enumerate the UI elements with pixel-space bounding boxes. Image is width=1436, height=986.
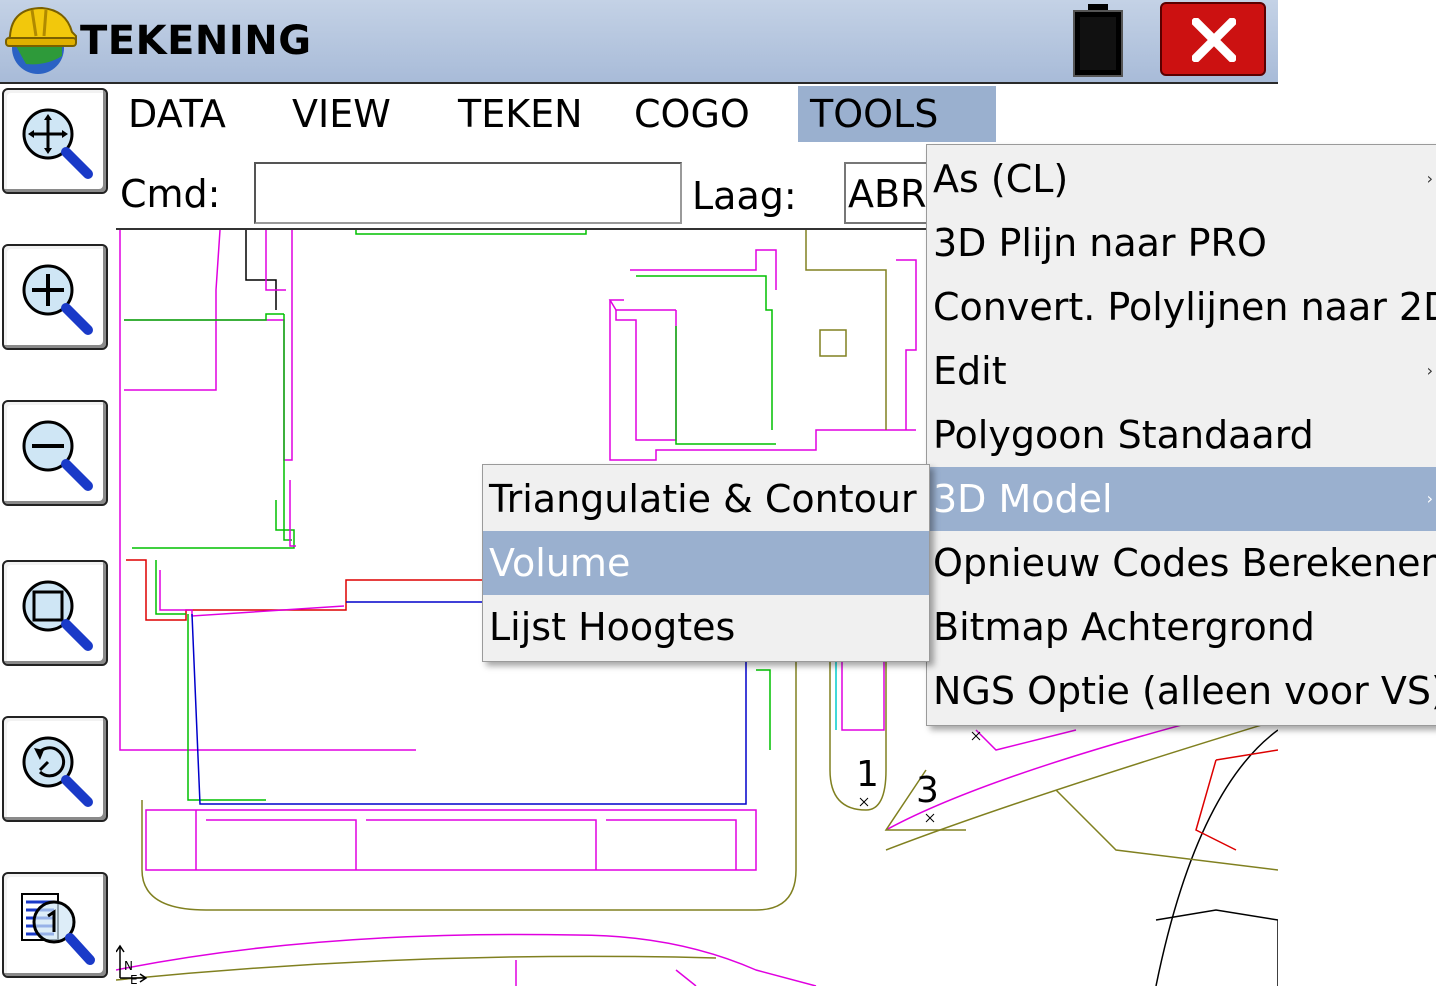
- tools-item-label: Edit: [933, 349, 1007, 393]
- zoom-in-button[interactable]: [2, 244, 108, 350]
- zoom-out-button[interactable]: [2, 400, 108, 506]
- point-label-1: 1: [856, 754, 879, 795]
- zoom-window-button[interactable]: [2, 560, 108, 666]
- tools-item-label: 3D Model: [933, 477, 1113, 521]
- tools-item-label: Opnieuw Codes Berekenen: [933, 541, 1436, 585]
- submenu-item-triangulatie[interactable]: Triangulatie & Contour: [483, 467, 929, 531]
- app-logo-icon: [5, 6, 77, 74]
- tools-item-as-cl[interactable]: As (CL) ›: [927, 147, 1436, 211]
- title-bar: TEKENING: [0, 0, 1278, 84]
- submenu-arrow-icon: ›: [1426, 489, 1433, 508]
- tools-item-ngs-optie[interactable]: NGS Optie (alleen voor VS): [927, 659, 1436, 723]
- close-button[interactable]: [1160, 2, 1266, 76]
- zoom-window-icon: [22, 580, 93, 651]
- menu-data[interactable]: DATA: [116, 86, 238, 142]
- zoom-previous-button[interactable]: [2, 716, 108, 822]
- zoom-in-icon: [22, 264, 93, 335]
- tools-item-label: 3D Plijn naar PRO: [933, 221, 1267, 265]
- submenu-arrow-icon: ›: [1426, 169, 1433, 188]
- tools-item-label: Polygoon Standaard: [933, 413, 1314, 457]
- submenu-item-lijst-hoogtes[interactable]: Lijst Hoogtes: [483, 595, 929, 659]
- app-title: TEKENING: [80, 18, 312, 64]
- menu-bar: DATA VIEW TEKEN COGO TOOLS: [116, 84, 1280, 148]
- tools-item-3d-plijn[interactable]: 3D Plijn naar PRO: [927, 211, 1436, 275]
- zoom-extents-icon: [22, 108, 93, 179]
- north-label: N: [124, 959, 133, 973]
- tools-item-3d-model[interactable]: 3D Model ›: [927, 467, 1436, 531]
- cmd-label: Cmd:: [120, 172, 221, 216]
- submenu-item-volume[interactable]: Volume: [483, 531, 929, 595]
- cmd-input[interactable]: [254, 162, 682, 224]
- zoom-toolbar: [0, 84, 114, 984]
- point-label-3: 3: [916, 770, 939, 811]
- tools-item-label: Bitmap Achtergrond: [933, 605, 1315, 649]
- battery-icon: [1073, 4, 1123, 77]
- zoom-extents-button[interactable]: [2, 88, 108, 194]
- zoom-list-button[interactable]: [2, 872, 108, 978]
- tools-item-label: As (CL): [933, 157, 1069, 201]
- tools-item-polygoon-standaard[interactable]: Polygoon Standaard: [927, 403, 1436, 467]
- close-icon: [1192, 18, 1236, 62]
- tools-dropdown: As (CL) › 3D Plijn naar PRO Convert. Poly…: [926, 144, 1436, 726]
- menu-tools[interactable]: TOOLS: [798, 86, 996, 142]
- tools-item-label: NGS Optie (alleen voor VS): [933, 669, 1436, 713]
- zoom-out-icon: [22, 420, 93, 491]
- tools-item-label: Convert. Polylijnen naar 2D: [933, 285, 1436, 329]
- menu-view[interactable]: VIEW: [280, 86, 403, 142]
- tools-item-convert-polylijnen[interactable]: Convert. Polylijnen naar 2D: [927, 275, 1436, 339]
- 3d-model-submenu: Triangulatie & Contour Volume Lijst Hoog…: [482, 464, 930, 662]
- zoom-previous-icon: [22, 736, 93, 807]
- menu-cogo[interactable]: COGO: [622, 86, 762, 142]
- submenu-arrow-icon: ›: [1426, 361, 1433, 380]
- tools-item-opnieuw-codes[interactable]: Opnieuw Codes Berekenen: [927, 531, 1436, 595]
- zoom-list-icon: [21, 893, 95, 965]
- tools-item-edit[interactable]: Edit ›: [927, 339, 1436, 403]
- menu-teken[interactable]: TEKEN: [446, 86, 595, 142]
- tools-item-bitmap-achtergrond[interactable]: Bitmap Achtergrond: [927, 595, 1436, 659]
- east-label: E: [130, 973, 138, 986]
- layer-label: Laag:: [692, 174, 797, 218]
